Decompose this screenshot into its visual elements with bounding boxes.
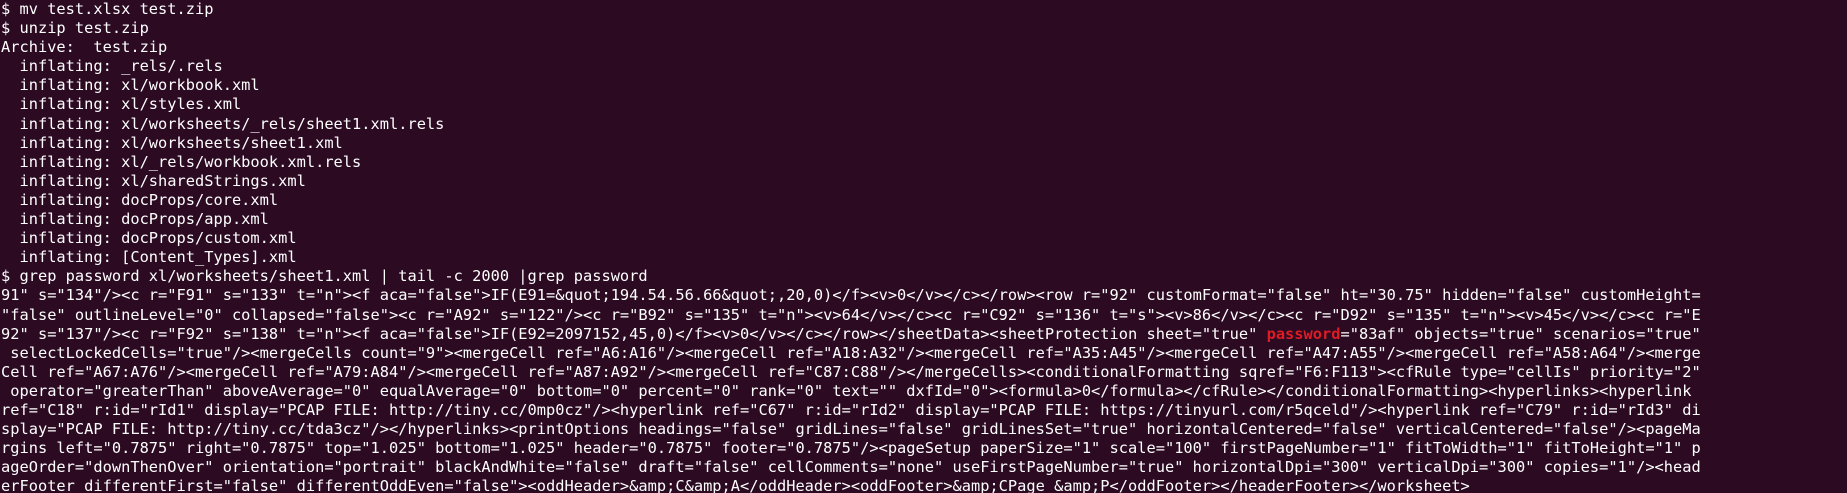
terminal-line: $ unzip test.zip — [1, 19, 149, 38]
grep-output-line: Cell ref="A67:A76"/><mergeCell ref="A79:… — [1, 362, 1701, 381]
password-match-highlight: password — [1266, 324, 1341, 343]
grep-output-line: "false" outlineLevel="0" collapsed="fals… — [1, 305, 1701, 324]
terminal-line: inflating: xl/worksheets/_rels/sheet1.xm… — [1, 114, 445, 133]
grep-output-text: 92" s="137"/><c r="F92" s="138" t="n"><f… — [1, 324, 1267, 343]
grep-output-line: rgins left="0.7875" right="0.7875" top="… — [1, 439, 1701, 458]
terminal-line: inflating: docProps/app.xml — [1, 210, 269, 229]
grep-output-line: erFooter differentFirst="false" differen… — [1, 477, 1470, 493]
terminal-line: inflating: xl/worksheets/sheet1.xml — [1, 133, 343, 152]
grep-output-line: operator="greaterThan" aboveAverage="0" … — [1, 381, 1692, 400]
grep-output-line: splay="PCAP FILE: http://tiny.cc/tda3cz"… — [1, 420, 1701, 439]
grep-output-line: 91" s="134"/><c r="F91" s="133" t="n"><f… — [1, 286, 1701, 305]
grep-output-line-with-match: 92" s="137"/><c r="F92" s="138" t="n"><f… — [1, 325, 1847, 344]
terminal-line: inflating: xl/sharedStrings.xml — [1, 171, 306, 190]
terminal-line: inflating: [Content_Types].xml — [1, 248, 297, 267]
terminal-line: inflating: docProps/core.xml — [1, 190, 279, 209]
terminal-line: Archive: test.zip — [1, 38, 168, 57]
grep-output-line: ref="C18" r:id="rId1" display="PCAP FILE… — [1, 400, 1701, 419]
terminal-line: inflating: docProps/custom.xml — [1, 229, 297, 248]
terminal-line: $ mv test.xlsx test.zip — [1, 0, 214, 18]
terminal-line: inflating: xl/workbook.xml — [1, 76, 260, 95]
grep-output-line: ageOrder="downThenOver" orientation="por… — [1, 458, 1701, 477]
terminal-line: inflating: xl/styles.xml — [1, 95, 242, 114]
terminal-line: inflating: xl/_rels/workbook.xml.rels — [1, 152, 362, 171]
terminal-line: inflating: _rels/.rels — [1, 57, 223, 76]
terminal-command-line: $ grep password xl/worksheets/sheet1.xml… — [1, 267, 648, 286]
grep-output-text: ="83af" objects="true" scenarios="true" — [1340, 324, 1701, 343]
terminal-window[interactable]: $ mv test.xlsx test.zip $ unzip test.zip… — [0, 0, 1847, 493]
grep-output-line: selectLockedCells="true"/><mergeCells co… — [1, 343, 1701, 362]
